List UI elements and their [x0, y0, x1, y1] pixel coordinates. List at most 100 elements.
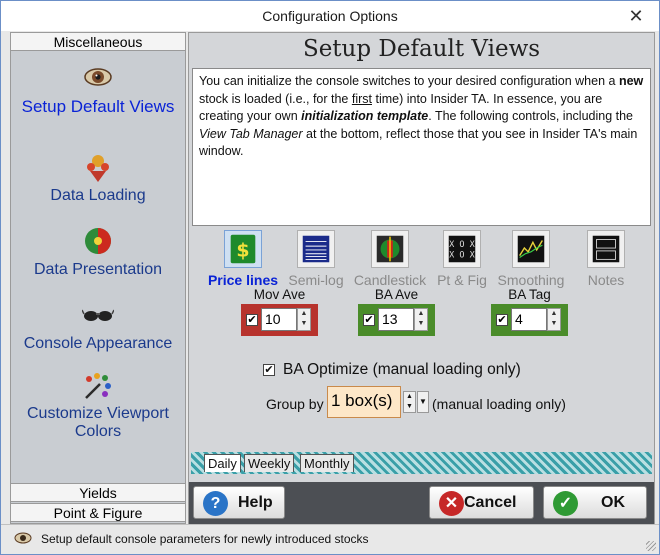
desc-part: . The following controls, including the [428, 109, 633, 123]
switch-notes[interactable]: Notes [566, 230, 646, 288]
group-by-label: Group by [266, 396, 324, 412]
switch-smoothing[interactable]: Smoothing [491, 230, 571, 288]
desc-emphasis-vtm: View Tab Manager [199, 126, 303, 141]
mov-ave-checkbox[interactable]: ✔ [246, 314, 258, 326]
window-title: Configuration Options [262, 8, 398, 24]
sidebar-item-label: Data Loading [50, 187, 146, 204]
eye-icon [84, 68, 112, 86]
candlestick-icon [371, 230, 409, 268]
sidebar-item-customize-viewport-colors[interactable]: Customize Viewport Colors [11, 371, 185, 441]
dollar-icon: $ [224, 230, 262, 268]
ba-ave-checkbox[interactable]: ✔ [363, 314, 375, 326]
switch-label: Pt & Fig [437, 272, 487, 288]
ba-optimize-checkbox[interactable]: ✔ [263, 363, 275, 376]
configuration-window: Configuration Options ✕ Miscellaneous Se… [0, 0, 660, 555]
title-bar: Configuration Options ✕ [1, 1, 659, 31]
desc-emphasis-first: first [351, 91, 372, 106]
data-presentation-icon [85, 228, 111, 254]
palette-icon [85, 373, 111, 399]
sidebar-item-label: Customize Viewport Colors [27, 405, 169, 440]
settings-panel: Setup Default Views You can initialize t… [188, 32, 655, 524]
status-bar: Setup default console parameters for new… [1, 524, 659, 554]
tab-daily[interactable]: Daily [204, 454, 241, 472]
sidebar-item-label: Data Presentation [33, 261, 163, 278]
ok-button[interactable]: ✓ OK [543, 486, 647, 519]
mov-ave-value[interactable]: 10 [261, 308, 297, 331]
cancel-x-icon: ✕ [439, 491, 464, 516]
ba-optimize-option[interactable]: ✔ BA Optimize (manual loading only) [263, 361, 521, 379]
ok-label: OK [601, 494, 625, 511]
cancel-label: Cancel [464, 494, 517, 511]
desc-part: You can initialize the console switches … [199, 74, 619, 88]
mov-ave-label: Mov Ave [253, 287, 306, 302]
mov-ave-panel: ✔ 10 ▲ ▼ [241, 304, 318, 336]
svg-text:$: $ [236, 240, 249, 262]
ba-ave-panel: ✔ 13 ▲ ▼ [358, 304, 435, 336]
switch-label: Price lines [207, 272, 279, 288]
switch-pt-fig[interactable]: X O X X O X Pt & Fig [422, 230, 502, 288]
desc-emphasis-template: initialization template [301, 109, 429, 123]
smoothing-icon [512, 230, 550, 268]
ba-ave-label: BA Ave [374, 287, 419, 302]
sidebar-item-data-loading[interactable]: Data Loading [11, 153, 185, 205]
ba-tag-value[interactable]: 4 [511, 308, 547, 331]
tab-monthly[interactable]: Monthly [300, 454, 354, 472]
switch-label: Notes [587, 272, 625, 288]
switch-label: Smoothing [497, 272, 565, 288]
sidebar-item-setup-default-views[interactable]: Setup Default Views [11, 63, 185, 117]
category-yields[interactable]: Yields [11, 483, 185, 502]
ba-tag-spinner[interactable]: ▲ ▼ [547, 308, 561, 331]
switch-candlestick[interactable]: Candlestick [350, 230, 430, 288]
description-text: You can initialize the console switches … [192, 68, 651, 226]
sidebar-item-label: Setup Default Views [21, 97, 175, 116]
switch-price-lines[interactable]: $ Price lines [203, 230, 283, 288]
page-title: Setup Default Views [302, 36, 541, 62]
button-bar: ? Help ✕ Cancel ✓ OK [189, 482, 654, 524]
ba-tag-label: BA Tag [508, 287, 551, 302]
desc-emphasis-new: new [618, 74, 644, 88]
ba-optimize-label: BA Optimize (manual loading only) [283, 361, 521, 378]
svg-text:X O X: X O X [449, 251, 476, 261]
category-point-figure[interactable]: Point & Figure [11, 503, 185, 522]
svg-text:X O X: X O X [449, 240, 476, 250]
desc-part: stock is loaded (i.e., for the [199, 91, 352, 106]
question-icon: ? [203, 491, 228, 516]
ba-tag-panel: ✔ 4 ▲ ▼ [491, 304, 568, 336]
eye-icon [14, 532, 32, 544]
cancel-button[interactable]: ✕ Cancel [429, 486, 534, 519]
switch-label: Candlestick [353, 272, 427, 288]
resize-grip[interactable] [646, 541, 656, 551]
data-loading-icon [87, 155, 109, 182]
mov-ave-spinner[interactable]: ▲ ▼ [297, 308, 311, 331]
chevron-down-icon[interactable]: ▼ [417, 391, 429, 413]
sidebar-item-console-appearance[interactable]: Console Appearance [11, 301, 185, 353]
close-button[interactable]: ✕ [613, 1, 659, 31]
group-by-select[interactable]: 1 box(s) [327, 386, 401, 418]
switch-semi-log[interactable]: Semi-log [276, 230, 356, 288]
checkmark-icon: ✓ [553, 491, 578, 516]
view-tab-manager: Daily Weekly Monthly [191, 452, 652, 474]
console-switches: $ Price lines Semi-log Candlestick X O X… [189, 230, 654, 482]
sidebar-item-data-presentation[interactable]: Data Presentation [11, 227, 185, 279]
ba-tag-checkbox[interactable]: ✔ [496, 314, 508, 326]
mov-ave-control: Mov Ave ✔ 10 ▲ ▼ [241, 287, 318, 336]
ba-ave-spinner[interactable]: ▲ ▼ [414, 308, 428, 331]
ba-tag-control: BA Tag ✔ 4 ▲ ▼ [491, 287, 568, 336]
switch-label: Semi-log [288, 272, 344, 288]
semilog-icon [297, 230, 335, 268]
point-figure-icon: X O X X O X [443, 230, 481, 268]
status-text: Setup default console parameters for new… [41, 532, 369, 546]
ba-ave-value[interactable]: 13 [378, 308, 414, 331]
notes-icon [587, 230, 625, 268]
group-by-suffix: (manual loading only) [432, 396, 566, 412]
ba-ave-control: BA Ave ✔ 13 ▲ ▼ [358, 287, 435, 336]
group-by-spinner[interactable]: ▲ ▼ [403, 391, 416, 413]
sidebar-item-label: Console Appearance [23, 335, 173, 352]
category-sidebar: Miscellaneous Setup Default Views Data L… [10, 32, 186, 524]
help-label: Help [238, 494, 273, 511]
sunglasses-icon [82, 309, 114, 321]
category-miscellaneous[interactable]: Miscellaneous [11, 32, 185, 51]
group-by-control: Group by 1 box(s) ▲ ▼ ▼ (manual loading o… [266, 386, 646, 420]
help-button[interactable]: ? Help [193, 486, 285, 519]
tab-weekly[interactable]: Weekly [244, 454, 295, 472]
